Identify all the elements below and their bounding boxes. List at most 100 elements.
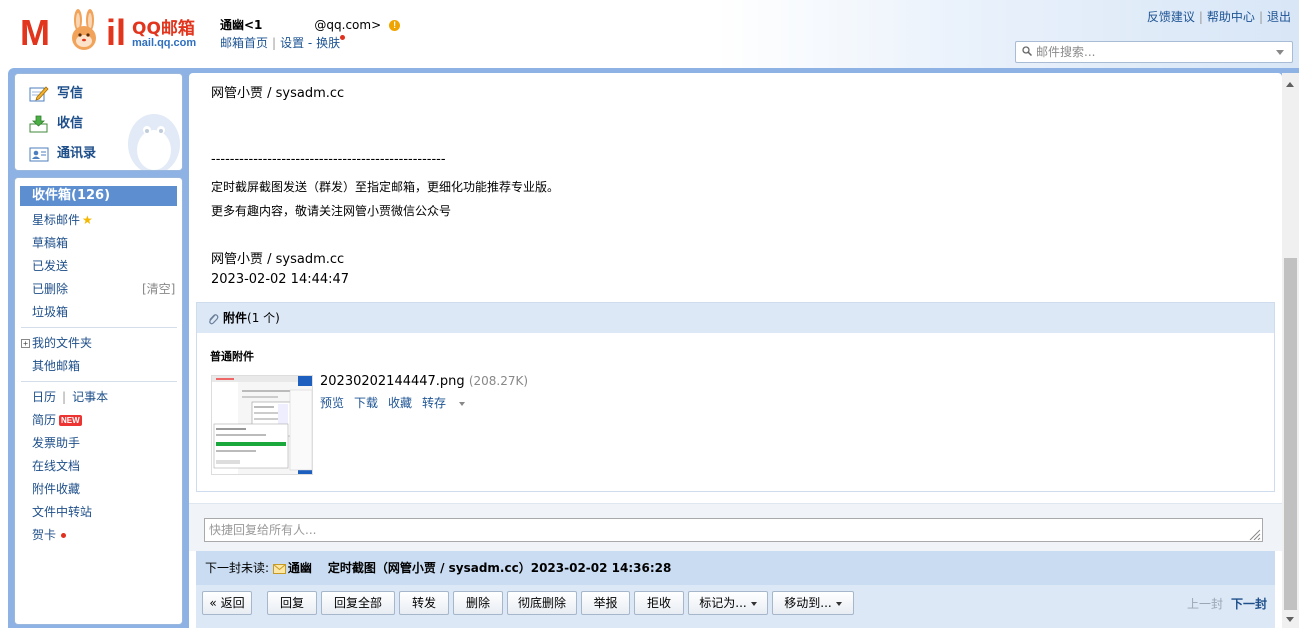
warning-icon[interactable]: ! bbox=[389, 20, 401, 31]
forward-button[interactable]: 转发 bbox=[399, 591, 449, 615]
user-info: 通幽<1 @qq.com>! bbox=[220, 16, 401, 33]
folder-other-mail[interactable]: 其他邮箱 bbox=[32, 357, 80, 374]
move-to-label: 移动到... bbox=[784, 596, 832, 610]
promo-line: 定时截屏截图发送（群发）至指定邮箱，更细化功能推荐专业版。 bbox=[211, 180, 560, 194]
folder-starred[interactable]: 星标邮件 ★ bbox=[32, 211, 93, 228]
resize-grip-icon[interactable] bbox=[1247, 528, 1261, 540]
invoice-assistant-link[interactable]: 发票助手 bbox=[32, 434, 80, 451]
divider-line: ----------------------------------------… bbox=[211, 152, 446, 167]
account-links: 邮箱首页 | 设置 - 换肤 bbox=[220, 34, 346, 51]
online-docs-link[interactable]: 在线文档 bbox=[32, 457, 80, 474]
file-transfer-link[interactable]: 文件中转站 bbox=[32, 503, 92, 520]
mail-pager: 上一封 下一封 bbox=[1187, 595, 1267, 612]
download-link[interactable]: 下载 bbox=[354, 396, 378, 410]
divider: | bbox=[1258, 10, 1263, 24]
chevron-down-icon bbox=[459, 401, 466, 406]
move-to-dropdown[interactable]: 移动到... bbox=[772, 591, 854, 615]
folder-junk[interactable]: 垃圾箱 bbox=[32, 303, 68, 320]
receive-mail-button[interactable]: 收信 bbox=[29, 112, 83, 136]
page-scrollbar[interactable] bbox=[1282, 73, 1299, 628]
star-icon: ★ bbox=[82, 213, 93, 227]
logout-link[interactable]: 退出 bbox=[1267, 10, 1291, 24]
next-unread-bar[interactable]: 下一封未读: 通幽 定时截图（网管小贾 / sysadm.cc）2023-02-0… bbox=[196, 551, 1275, 585]
next-unread-sender[interactable]: 通幽 bbox=[288, 561, 312, 575]
chevron-down-icon bbox=[835, 601, 842, 606]
divider bbox=[21, 381, 177, 382]
logo-letters-il: il bbox=[106, 12, 127, 53]
expand-plus-icon[interactable]: + bbox=[21, 339, 30, 348]
reply-all-button[interactable]: 回复全部 bbox=[321, 591, 395, 615]
greeting-card-link[interactable]: 贺卡 bbox=[32, 526, 67, 543]
delete-forever-button[interactable]: 彻底删除 bbox=[507, 591, 577, 615]
new-badge: NEW bbox=[59, 415, 82, 426]
clear-deleted-link[interactable]: [清空] bbox=[142, 280, 175, 297]
paperclip-icon bbox=[209, 313, 219, 324]
divider: | bbox=[1198, 10, 1203, 24]
next-unread-subject[interactable]: 定时截图（网管小贾 / sysadm.cc）2023-02-02 14:36:2… bbox=[328, 561, 671, 575]
save-to-dropdown[interactable]: 转存 bbox=[422, 396, 466, 410]
qqmail-logo[interactable]: M il QQ邮箱 mail.qq.com bbox=[20, 6, 210, 54]
preview-link[interactable]: 预览 bbox=[320, 396, 344, 410]
contacts-label: 通讯录 bbox=[57, 146, 97, 161]
mail-datetime: 2023-02-02 14:44:47 bbox=[211, 272, 350, 287]
folder-drafts[interactable]: 草稿箱 bbox=[32, 234, 68, 251]
resume-label: 简历 bbox=[32, 413, 57, 427]
logo-letter-m: M bbox=[20, 12, 50, 53]
previous-mail-link[interactable]: 上一封 bbox=[1187, 597, 1223, 611]
reject-button[interactable]: 拒收 bbox=[634, 591, 684, 615]
help-center-link[interactable]: 帮助中心 bbox=[1207, 10, 1255, 24]
notification-dot bbox=[340, 35, 346, 40]
attachment-thumbnail[interactable] bbox=[211, 375, 313, 475]
settings-link[interactable]: 设置 bbox=[280, 36, 304, 50]
write-label: 写信 bbox=[57, 86, 84, 101]
receive-label: 收信 bbox=[57, 116, 84, 131]
notebook-link[interactable]: 记事本 bbox=[72, 390, 108, 404]
search-dropdown-arrow-icon[interactable] bbox=[1276, 50, 1284, 55]
top-right-links: 反馈建议 | 帮助中心 | 退出 bbox=[1147, 8, 1291, 25]
back-button[interactable]: « 返回 bbox=[202, 591, 252, 615]
top-header: M il QQ邮箱 mail.qq.com 通幽<1 @qq.com>! 邮箱首页… bbox=[0, 0, 1299, 68]
promo-line: 更多有趣内容，敬请关注网管小贾微信公众号 bbox=[211, 204, 452, 218]
quick-reply-input[interactable] bbox=[204, 518, 1263, 542]
save-to-label: 转存 bbox=[422, 396, 447, 410]
calendar-link[interactable]: 日历 bbox=[32, 390, 56, 404]
contacts-button[interactable]: 通讯录 bbox=[29, 142, 96, 166]
mail-toolbar: « 返回 回复 回复全部 转发 删除 彻底删除 举报 拒收 标记为... 移动到… bbox=[196, 585, 1275, 628]
feedback-link[interactable]: 反馈建议 bbox=[1147, 10, 1195, 24]
compose-panel: 写信 收信 通讯录 bbox=[14, 73, 183, 171]
divider bbox=[21, 327, 177, 328]
delete-button[interactable]: 删除 bbox=[453, 591, 503, 615]
mailbox-home-link[interactable]: 邮箱首页 bbox=[220, 36, 268, 50]
qq-penguin-watermark-icon bbox=[128, 114, 180, 170]
folder-sent[interactable]: 已发送 bbox=[32, 257, 68, 274]
attachment-filename[interactable]: 20230202144447.png (208.27K) bbox=[320, 374, 528, 389]
address-book-icon bbox=[29, 147, 49, 161]
scroll-down-arrow-icon[interactable] bbox=[1286, 617, 1294, 622]
attachments-header: 附件(1 个) bbox=[197, 303, 1274, 333]
folder-inbox[interactable]: 收件箱(126) bbox=[20, 186, 177, 206]
quick-reply-area bbox=[189, 503, 1282, 551]
search-input[interactable] bbox=[1036, 44, 1266, 60]
folder-my-folders[interactable]: + 我的文件夹 bbox=[21, 334, 92, 351]
reply-button[interactable]: 回复 bbox=[267, 591, 317, 615]
attachment-name: 20230202144447.png bbox=[320, 374, 465, 389]
attachment-size: (208.27K) bbox=[468, 374, 529, 388]
user-nickname: 通幽<1 bbox=[220, 18, 263, 32]
folder-deleted[interactable]: 已删除 bbox=[32, 280, 68, 297]
screenshot-preview-icon bbox=[212, 376, 312, 474]
change-skin-link[interactable]: 换肤 bbox=[316, 36, 340, 50]
next-unread-label: 下一封未读: bbox=[205, 561, 270, 575]
scroll-up-arrow-icon[interactable] bbox=[1286, 82, 1294, 87]
resume-link[interactable]: 简历 NEW bbox=[32, 411, 82, 428]
mark-as-dropdown[interactable]: 标记为... bbox=[688, 591, 768, 615]
report-button[interactable]: 举报 bbox=[581, 591, 630, 615]
scrollbar-thumb[interactable] bbox=[1284, 258, 1297, 610]
mail-search-box[interactable] bbox=[1015, 41, 1293, 63]
divider: | bbox=[62, 390, 67, 404]
attachment-favorites-link[interactable]: 附件收藏 bbox=[32, 480, 80, 497]
favorite-link[interactable]: 收藏 bbox=[388, 396, 412, 410]
next-mail-link[interactable]: 下一封 bbox=[1231, 597, 1267, 611]
write-mail-button[interactable]: 写信 bbox=[29, 82, 83, 106]
calendar-notebook-row: 日历 | 记事本 bbox=[32, 388, 108, 405]
inbox-download-icon bbox=[29, 115, 48, 132]
